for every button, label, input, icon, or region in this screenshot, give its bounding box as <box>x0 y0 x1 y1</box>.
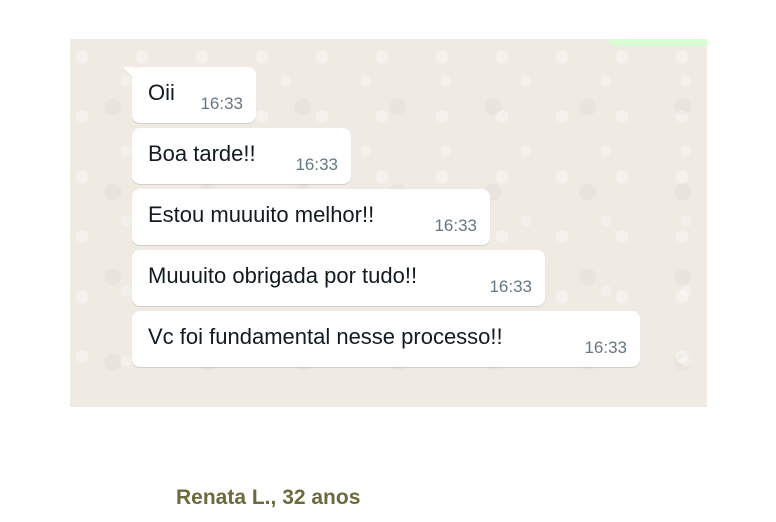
message-bubble: Oii 16:33 <box>123 67 256 123</box>
message-time: 16:33 <box>295 155 338 174</box>
message-time: 16:33 <box>434 216 477 235</box>
message-time: 16:33 <box>200 94 243 113</box>
message-bubble: Vc foi fundamental nesse processo!! 16:3… <box>132 311 640 367</box>
message-bubble: Boa tarde!! 16:33 <box>132 128 351 184</box>
bubble-tail <box>123 67 135 79</box>
message-text: Boa tarde!! <box>148 141 256 166</box>
chat-screenshot: Oii 16:33 Boa tarde!! 16:33 Estou muuuit… <box>70 39 707 407</box>
message-text: Muuuito obrigada por tudo!! <box>148 263 418 288</box>
message-time: 16:33 <box>584 338 627 357</box>
message-text: Estou muuuito melhor!! <box>148 202 375 227</box>
message-bubble: Estou muuuito melhor!! 16:33 <box>132 189 490 245</box>
testimonial-author: Renata L., 32 anos <box>176 486 361 509</box>
message-time: 16:33 <box>489 277 532 296</box>
outgoing-message-edge <box>609 39 707 46</box>
message-text: Oii <box>148 80 175 105</box>
message-bubble: Muuuito obrigada por tudo!! 16:33 <box>132 250 545 306</box>
message-text: Vc foi fundamental nesse processo!! <box>148 324 503 349</box>
